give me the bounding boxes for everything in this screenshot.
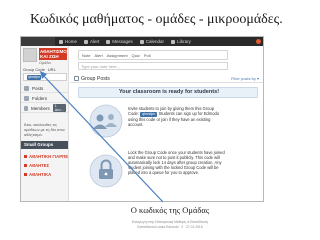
member-count-badge: 1 Δεν... (52, 104, 66, 112)
slide-caption: Ο κωδικός της Ομάδας (130, 205, 210, 215)
banner-text: Your classroom is ready for students! (118, 89, 220, 95)
posts-icon (24, 85, 29, 91)
book-icon (171, 39, 176, 44)
sidebar-item-label: Posts (32, 85, 44, 91)
group-code-tabs: Group Code URL (23, 66, 67, 72)
bell-icon (84, 39, 89, 44)
group-name[interactable]: ΑΘΛΗΤΙΣΜΟΣ ΚΑΙ ΖΩΗ (39, 48, 67, 60)
lock-instructions: Lock the Group Code once your students h… (128, 150, 225, 175)
notification-badge-icon[interactable] (256, 39, 261, 44)
nav-item-label: Home (65, 39, 78, 44)
sidebar-item-label: Folders (32, 95, 48, 101)
post-tab-poll[interactable]: Poll (144, 53, 151, 58)
group-avatar[interactable] (23, 48, 37, 62)
nav-item-label: Alert (90, 39, 100, 44)
post-type-tabs: Note Alert Assignment Quiz Poll (78, 50, 228, 60)
edmodo-logo (21, 37, 55, 46)
group-code-value[interactable]: qbxsfpn (27, 75, 41, 80)
nav-item-alert[interactable]: Alert (84, 39, 99, 44)
calendar-icon (139, 39, 144, 44)
post-tab-alert[interactable]: Alert (94, 53, 102, 58)
group-code-box: qbxsfpn (23, 73, 67, 81)
post-tab-quiz[interactable]: Quiz (132, 53, 140, 58)
sidebar-item-label: Members (30, 105, 50, 111)
group-subtitle: Ομάδα (39, 61, 51, 65)
post-input[interactable]: Type your note here... (78, 62, 228, 70)
nav-item-label: Library (177, 39, 191, 44)
members-icon (24, 105, 28, 111)
small-group-item[interactable]: ΑΘΛΗΤΙΚΑ (24, 172, 67, 177)
folder-icon (24, 95, 29, 101)
nav-item-label: Messages (112, 39, 133, 44)
home-icon (59, 39, 63, 44)
classroom-ready-banner: Your classroom is ready for students! (78, 87, 258, 98)
invite-instructions: Invite students to join by giving them t… (128, 106, 226, 127)
sidebar-item-posts[interactable]: Posts (21, 84, 68, 93)
post-tab-assignment[interactable]: Assignment (107, 53, 128, 58)
nav-item-messages[interactable]: Messages (106, 39, 133, 44)
top-navigation-bar: Home Alert Messages Calendar Library (21, 37, 263, 46)
main-content: Note Alert Assignment Quiz Poll Type your no… (70, 46, 263, 201)
lock-icon (89, 154, 123, 188)
sidebar-item-folders[interactable]: Folders (21, 94, 68, 103)
group-code-tab[interactable]: Group Code (23, 67, 45, 72)
nav-item-library[interactable]: Library (171, 39, 191, 44)
nav-item-home[interactable]: Home (59, 39, 77, 44)
envelope-icon (106, 39, 111, 44)
posts-feed-icon (74, 76, 79, 81)
group-sidebar: ΑΘΛΗΤΙΣΜΟΣ ΚΑΙ ΖΩΗ Ομάδα Group Code URL … (21, 46, 69, 201)
post-tab-note[interactable]: Note (82, 53, 90, 58)
nav-item-label: Calendar (145, 39, 165, 44)
post-tab-list: Note Alert Assignment Quiz Poll (82, 53, 151, 58)
sidebar-item-members[interactable]: Members 1 Δεν... (21, 104, 68, 113)
invite-people-icon (89, 104, 123, 138)
footer-line: Εκπαιδευτικό υλικό Edmodo · 2 · 27.01.20… (137, 224, 203, 229)
small-groups-header[interactable]: Small Groups (21, 141, 68, 149)
slide-footer: Εισαγωγή στην Ηλεκτρονική Μάθηση & Εκπαί… (110, 220, 230, 229)
group-posts-header: Group Posts Filter posts by ▾ (70, 74, 263, 83)
edmodo-screenshot: Home Alert Messages Calendar Library ΑΘΛΗΤΙΣ… (20, 36, 264, 202)
slide-title: Κωδικός μαθήματος - ομάδες - μικροομάδες… (30, 12, 283, 27)
group-posts-title: Group Posts (81, 75, 110, 82)
filter-posts-dropdown[interactable]: Filter posts by ▾ (231, 76, 259, 81)
nav-item-calendar[interactable]: Calendar (139, 39, 165, 44)
group-description: Άτοι, ακόλουθες τις ομάδεων με τη δία στ… (24, 122, 65, 137)
nav-menu: Home Alert Messages Calendar Library (59, 38, 191, 45)
small-group-item[interactable]: ΑΘΛΗΤΕΣ (24, 163, 67, 168)
group-url-tab[interactable]: URL (48, 67, 56, 72)
onboarding-illustration (89, 104, 123, 188)
small-group-item[interactable]: ΑΘΛΗΤΙΚΗ ΓΙΑΡΠΕ (24, 154, 68, 159)
